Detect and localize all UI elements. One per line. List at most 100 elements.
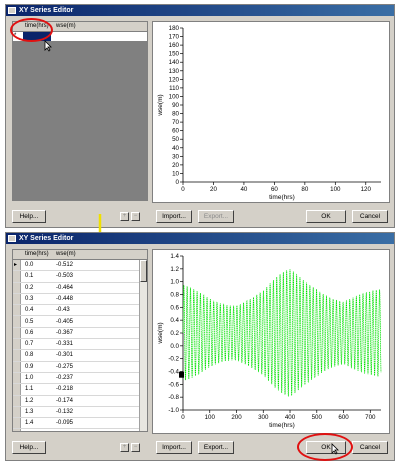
vertical-scrollbar[interactable] [139, 260, 147, 431]
table-row[interactable]: 0.7 -0.331 [13, 339, 143, 351]
x-tick-label: 40 [240, 186, 247, 193]
chart: 0102030405060708090100110120130140150160… [157, 25, 381, 201]
y-tick-label: -1.0 [168, 407, 179, 414]
scrollbar-thumb[interactable] [140, 260, 147, 282]
cell-wse[interactable]: -0.43 [56, 305, 70, 315]
cell-time[interactable]: 0.1 [25, 271, 33, 281]
app-icon [8, 235, 16, 242]
table-row[interactable]: 0.8 -0.301 [13, 350, 143, 362]
export-button[interactable]: Export... [198, 210, 234, 223]
y-tick-label: 170 [169, 34, 180, 41]
table-row[interactable]: 0.2 -0.464 [13, 283, 143, 294]
cell-wse[interactable]: -0.174 [56, 396, 73, 406]
import-button[interactable]: Import... [156, 441, 192, 454]
cell-wse[interactable]: -0.503 [56, 271, 73, 281]
chart-panel: 0 10 20 30 40 50 60 70 80 90 100 110 120 130 140 150 160… [152, 21, 390, 203]
x-tick-label: 120 [361, 186, 372, 193]
cell-wse[interactable]: -0.405 [56, 317, 73, 327]
cell-time[interactable]: 0.7 [25, 339, 33, 349]
delete-row-button[interactable]: − [131, 212, 140, 221]
x-tick-label: 600 [338, 414, 349, 421]
cell-time[interactable]: 1.3 [25, 407, 33, 417]
data-grid[interactable]: time(hrs) wse(m) * [12, 21, 148, 201]
y-tick-label: -0.8 [168, 394, 179, 401]
cell-wse[interactable]: -0.331 [56, 339, 73, 349]
cell-time[interactable]: 1.1 [25, 384, 33, 394]
cancel-button[interactable]: Cancel [352, 210, 388, 223]
y-tick-label: 30 [172, 153, 179, 160]
x-tick-label: 400 [285, 414, 296, 421]
cell-time[interactable]: 0.6 [25, 328, 33, 338]
table-row[interactable]: 1.2 -0.174 [13, 396, 143, 407]
cell-time[interactable]: 0.0 [25, 260, 33, 270]
x-axis-label: time(hrs) [269, 422, 295, 429]
x-tick-label: 300 [258, 414, 269, 421]
y-tick-label: 120 [169, 76, 180, 83]
import-button[interactable]: Import... [156, 210, 192, 223]
y-tick-label: 140 [169, 59, 180, 66]
y-tick-label: -0.2 [168, 356, 179, 363]
cell-wse[interactable]: -0.448 [56, 294, 73, 304]
cell-time[interactable]: 0.5 [25, 317, 33, 327]
table-row[interactable]: 0.1 -0.503 [13, 271, 143, 283]
y-tick-label: 180 [169, 25, 180, 32]
cell-time[interactable]: 0.3 [25, 294, 33, 304]
cell-time[interactable]: 0.2 [25, 283, 33, 293]
table-row[interactable]: 1.4 -0.095 [13, 418, 143, 430]
table-row[interactable]: 1.3 -0.132 [13, 407, 143, 419]
title-bar[interactable]: XY Series Editor [6, 5, 394, 16]
y-tick-label: 0.4 [170, 317, 179, 324]
window-title: XY Series Editor [19, 235, 74, 242]
table-row[interactable]: 0.6 -0.367 [13, 328, 143, 340]
cell-time[interactable]: 0.8 [25, 350, 33, 360]
table-row[interactable]: 1.0 -0.237 [13, 373, 143, 385]
x-tick-label: 20 [210, 186, 217, 193]
column-header-wse[interactable]: wse(m) [56, 22, 76, 31]
y-tick-label: 0.6 [170, 304, 179, 311]
export-button[interactable]: Export... [198, 441, 234, 454]
cell-wse[interactable]: -0.218 [56, 384, 73, 394]
cell-wse[interactable]: -0.132 [56, 407, 73, 417]
app-icon [8, 7, 16, 14]
y-axis-label: wse(m) [157, 322, 164, 344]
x-tick-label: 60 [271, 186, 278, 193]
cell-wse[interactable]: -0.367 [56, 328, 73, 338]
help-button[interactable]: Help... [12, 210, 46, 223]
cell-wse[interactable]: -0.237 [56, 373, 73, 383]
y-tick-label: 10 [172, 170, 179, 177]
table-row[interactable]: 1.1 -0.218 [13, 384, 143, 396]
data-grid[interactable]: time(hrs) wse(m) ▸ 0.0 -0.512 0.1 -0.503 0.2 -… [12, 249, 148, 432]
y-tick-label: 1.0 [170, 279, 179, 286]
y-tick-label: 80 [172, 111, 179, 118]
column-header-wse[interactable]: wse(m) [56, 250, 76, 259]
xy-editor-window-bottom: XY Series Editor time(hrs) wse(m) ▸ 0.0 -0… [5, 232, 395, 461]
delete-row-button[interactable]: − [131, 443, 140, 452]
table-row[interactable]: 0.4 -0.43 [13, 305, 143, 317]
cancel-button[interactable]: Cancel [352, 441, 388, 454]
cell-time[interactable]: 1.4 [25, 418, 33, 428]
x-tick-label: 100 [205, 414, 216, 421]
insert-row-button[interactable]: + [120, 443, 129, 452]
cell-wse[interactable]: -0.095 [56, 418, 73, 428]
column-header-time[interactable]: time(hrs) [25, 250, 49, 259]
cell-wse[interactable]: -0.275 [56, 362, 73, 372]
ok-button[interactable]: OK [306, 210, 346, 223]
y-tick-label: 20 [172, 162, 179, 169]
table-row[interactable]: ▸ 0.0 -0.512 [13, 260, 143, 272]
x-tick-label: 0 [181, 186, 185, 193]
title-bar[interactable]: XY Series Editor [6, 233, 394, 244]
help-button[interactable]: Help... [12, 441, 46, 454]
cell-time[interactable]: 1.0 [25, 373, 33, 383]
cell-wse[interactable]: -0.301 [56, 350, 73, 360]
cell-time[interactable]: 1.2 [25, 396, 33, 406]
table-row[interactable]: 0.3 -0.448 [13, 294, 143, 306]
cell-time[interactable]: 0.4 [25, 305, 33, 315]
x-tick-label: 200 [231, 414, 242, 421]
table-row[interactable]: 0.5 -0.405 [13, 317, 143, 328]
insert-row-button[interactable]: + [120, 212, 129, 221]
cell-time[interactable]: 0.9 [25, 362, 33, 372]
y-tick-label: 0.8 [170, 292, 179, 299]
table-row[interactable]: 0.9 -0.275 [13, 362, 143, 373]
cell-wse[interactable]: -0.464 [56, 283, 73, 293]
cell-wse[interactable]: -0.512 [56, 260, 73, 270]
